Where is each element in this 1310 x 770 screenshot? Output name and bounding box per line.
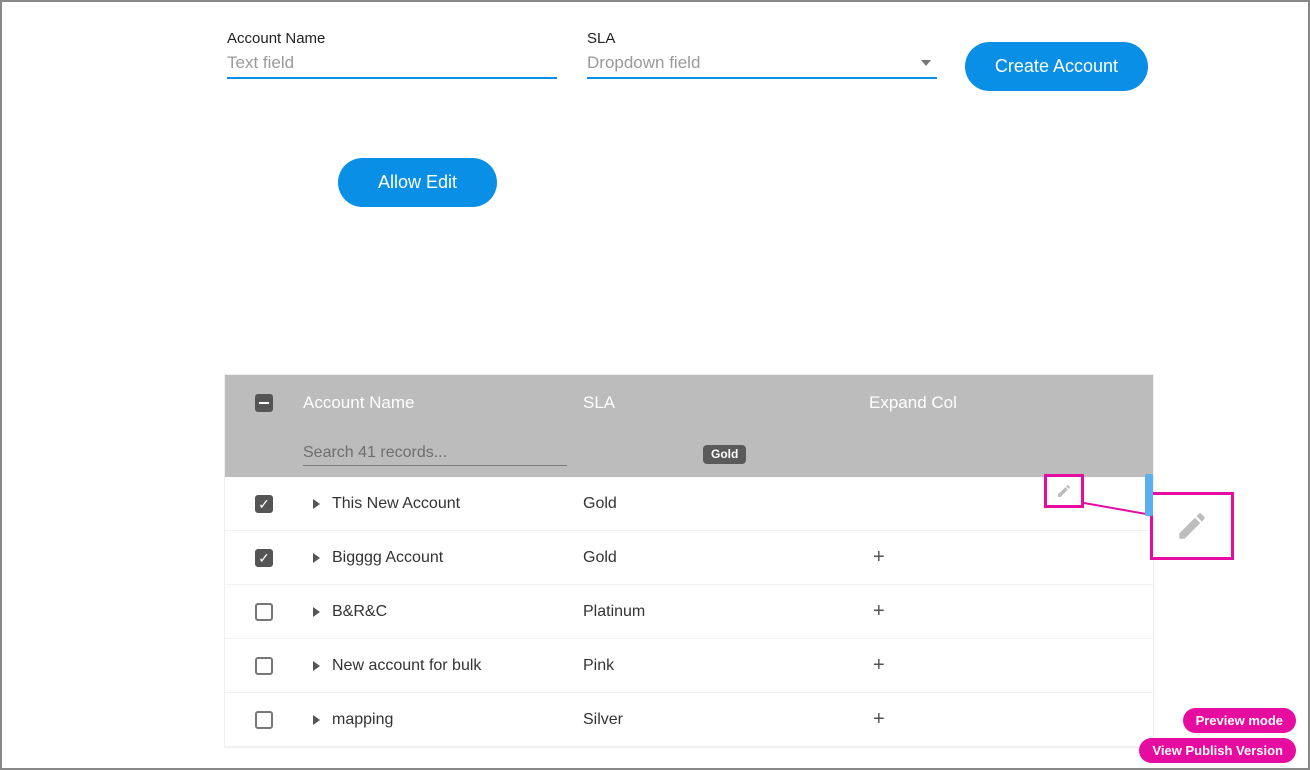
row-checkbox[interactable]: ✓ <box>255 549 273 567</box>
grid-search-input[interactable] <box>303 442 567 465</box>
expand-row-icon[interactable] <box>313 499 320 509</box>
expand-row-icon[interactable] <box>313 661 320 671</box>
expand-plus-icon[interactable]: + <box>873 600 885 622</box>
sla-dropdown[interactable]: Dropdown field <box>587 51 937 79</box>
expand-row-icon[interactable] <box>313 607 320 617</box>
row-account-name: New account for bulk <box>332 657 481 675</box>
sla-filter-chip[interactable]: Gold <box>703 445 746 464</box>
annotation-box-large <box>1150 492 1234 560</box>
allow-edit-button[interactable]: Allow Edit <box>338 158 497 207</box>
row-account-name: B&R&C <box>332 603 387 621</box>
view-publish-badge[interactable]: View Publish Version <box>1139 738 1296 763</box>
table-row: ✓ This New Account Gold <box>225 477 1153 531</box>
accounts-grid: Account Name SLA Expand Col Gold ✓ This N… <box>224 374 1154 748</box>
account-name-label: Account Name <box>227 30 557 47</box>
row-checkbox[interactable]: ✓ <box>255 495 273 513</box>
annotation-box-small <box>1044 474 1084 508</box>
expand-row-icon[interactable] <box>313 715 320 725</box>
row-checkbox[interactable] <box>255 711 273 729</box>
grid-scrollbar-thumb[interactable] <box>1145 474 1153 516</box>
account-name-field: Account Name <box>227 30 557 79</box>
sla-placeholder: Dropdown field <box>587 53 921 73</box>
row-checkbox[interactable] <box>255 657 273 675</box>
row-account-name: This New Account <box>332 495 460 513</box>
expand-plus-icon[interactable]: + <box>873 654 885 676</box>
row-sla: Pink <box>583 657 869 675</box>
row-sla: Gold <box>583 549 869 567</box>
row-account-name: mapping <box>332 711 393 729</box>
sla-field: SLA Dropdown field <box>587 30 937 79</box>
col-header-name[interactable]: Account Name <box>303 393 583 413</box>
create-account-button[interactable]: Create Account <box>965 42 1148 91</box>
table-row: New account for bulk Pink+ <box>225 639 1153 693</box>
table-row: ✓ Bigggg Account Gold+ <box>225 531 1153 585</box>
col-header-sla[interactable]: SLA <box>583 393 869 413</box>
expand-row-icon[interactable] <box>313 553 320 563</box>
preview-mode-badge[interactable]: Preview mode <box>1183 708 1296 733</box>
col-header-expand[interactable]: Expand Col <box>869 393 1153 413</box>
row-checkbox[interactable] <box>255 603 273 621</box>
table-row: mapping Silver+ <box>225 693 1153 747</box>
sla-label: SLA <box>587 30 937 47</box>
row-sla: Platinum <box>583 603 869 621</box>
expand-plus-icon[interactable]: + <box>873 546 885 568</box>
expand-plus-icon[interactable]: + <box>873 708 885 730</box>
chevron-down-icon <box>921 60 931 66</box>
pencil-icon <box>1056 483 1072 499</box>
table-row: B&R&C Platinum+ <box>225 585 1153 639</box>
account-name-input[interactable] <box>227 53 557 73</box>
row-sla: Silver <box>583 711 869 729</box>
row-account-name: Bigggg Account <box>332 549 443 567</box>
pencil-icon-large <box>1175 509 1209 543</box>
row-sla: Gold <box>583 495 869 513</box>
select-all-checkbox[interactable] <box>255 394 273 412</box>
